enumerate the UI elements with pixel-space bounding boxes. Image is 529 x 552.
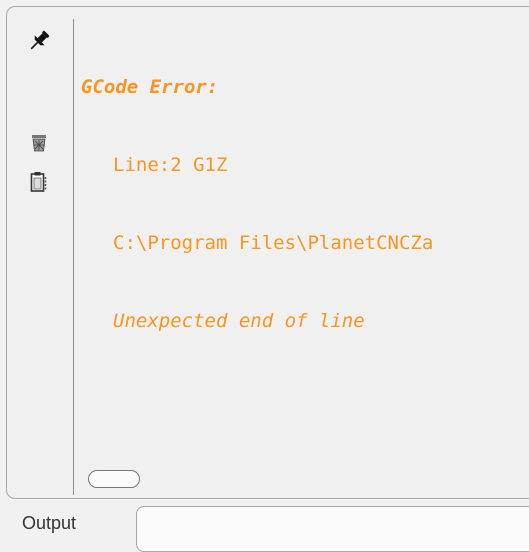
pin-button[interactable] [25, 27, 53, 55]
horizontal-scroll-handle[interactable] [88, 470, 140, 488]
clear-button[interactable] [25, 129, 53, 157]
copy-button[interactable] [25, 168, 53, 196]
output-toolbar [7, 7, 73, 498]
clipboard-icon [30, 172, 47, 192]
output-panel: GCode Error: Line:2 G1Z C:\Program Files… [6, 6, 529, 499]
error-file-path: C:\Program Files\PlanetCNCZa [113, 232, 434, 254]
toolbar-divider [73, 19, 74, 495]
error-line-info: Line:2 G1Z [113, 154, 228, 176]
output-log: GCode Error: Line:2 G1Z C:\Program Files… [81, 22, 529, 386]
command-input[interactable] [136, 506, 529, 552]
pin-icon [30, 30, 50, 50]
tab-output[interactable]: Output [22, 513, 76, 534]
error-message: Unexpected end of line [113, 310, 365, 332]
trash-icon [32, 135, 46, 152]
error-heading: GCode Error: [81, 76, 219, 98]
